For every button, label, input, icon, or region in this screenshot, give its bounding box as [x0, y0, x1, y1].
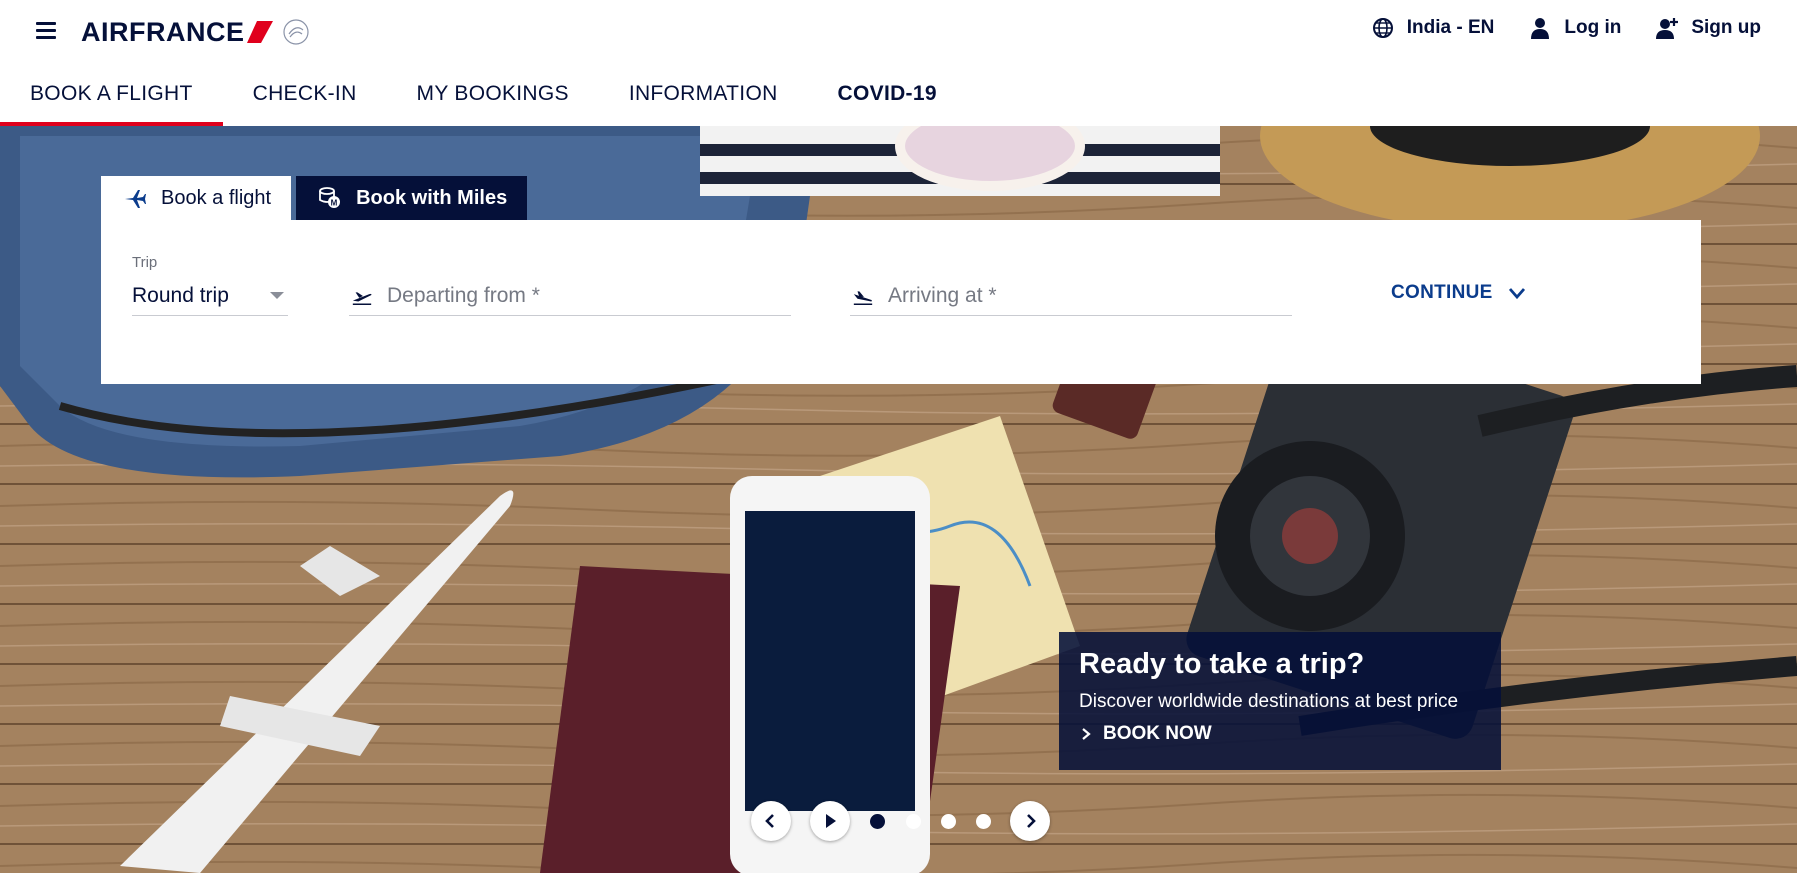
continue-label: CONTINUE	[1391, 282, 1493, 303]
chevron-down-icon	[1508, 288, 1525, 300]
login-label: Log in	[1564, 17, 1622, 38]
carousel-dot-1[interactable]	[870, 814, 885, 829]
arriving-at-input[interactable]	[888, 283, 1268, 308]
departing-from-field[interactable]	[349, 276, 791, 316]
dropdown-caret-icon	[270, 292, 284, 299]
promo-subtitle: Discover worldwide destinations at best …	[1079, 691, 1459, 712]
trip-type-select[interactable]: Round trip	[132, 276, 288, 316]
tab-check-in[interactable]: CHECK-IN	[223, 62, 387, 126]
book-now-label: BOOK NOW	[1103, 723, 1212, 744]
trip-label: Trip	[132, 254, 158, 271]
carousel-prev-button[interactable]	[751, 801, 791, 841]
skyteam-badge-icon	[282, 19, 309, 45]
tab-book-with-miles[interactable]: M Book with Miles	[296, 176, 528, 220]
tab-book-a-flight-widget[interactable]: Book a flight	[101, 176, 292, 220]
user-icon	[1531, 18, 1550, 39]
play-icon	[826, 814, 836, 828]
tab-information[interactable]: INFORMATION	[599, 62, 808, 126]
tab-book-a-flight[interactable]: BOOK A FLIGHT	[0, 62, 223, 126]
airfrance-logo[interactable]: AIRFRANCE	[81, 14, 311, 50]
login-link[interactable]: Log in	[1528, 16, 1621, 40]
promo-title: Ready to take a trip?	[1079, 648, 1365, 680]
main-nav: BOOK A FLIGHT CHECK-IN MY BOOKINGS INFOR…	[0, 62, 1797, 126]
book-now-link[interactable]: BOOK NOW	[1079, 723, 1481, 745]
locale-selector[interactable]: India - EN	[1371, 16, 1495, 40]
arriving-at-field[interactable]	[850, 276, 1292, 316]
booking-panel: Trip Round trip CONTINUE	[101, 220, 1701, 384]
book-with-miles-label: Book with Miles	[356, 186, 508, 209]
signup-link[interactable]: Sign up	[1655, 16, 1761, 40]
chevron-left-icon	[765, 814, 774, 828]
carousel-dot-3[interactable]	[941, 814, 956, 829]
continue-button[interactable]: CONTINUE	[1391, 282, 1527, 304]
carousel-next-button[interactable]	[1010, 801, 1050, 841]
carousel-dot-2[interactable]	[906, 814, 921, 829]
tab-my-bookings[interactable]: MY BOOKINGS	[387, 62, 599, 126]
book-a-flight-label: Book a flight	[161, 186, 272, 209]
top-header: AIRFRANCE India - EN Log in Sign up	[0, 0, 1797, 62]
landing-icon	[853, 290, 873, 305]
booking-tabs: Book a flight M Book with Miles	[101, 176, 528, 220]
locale-label: India - EN	[1406, 17, 1495, 38]
trip-type-value: Round trip	[132, 283, 229, 307]
add-user-icon	[1656, 18, 1679, 39]
miles-coins-icon: M	[319, 187, 341, 208]
promo-card: Ready to take a trip? Discover worldwide…	[1059, 632, 1501, 770]
airplane-icon	[125, 190, 146, 208]
logo-wordmark: AIRFRANCE	[81, 16, 245, 47]
tab-covid-19[interactable]: COVID-19	[808, 62, 967, 126]
carousel-dot-4[interactable]	[976, 814, 991, 829]
departing-from-input[interactable]	[387, 283, 767, 308]
takeoff-icon	[352, 291, 372, 305]
chevron-right-icon	[1027, 814, 1036, 828]
svg-text:M: M	[331, 199, 338, 208]
menu-icon[interactable]	[36, 22, 56, 40]
logo-slash-icon	[246, 21, 273, 43]
chevron-right-icon	[1082, 728, 1091, 740]
globe-icon	[1372, 18, 1393, 38]
header-actions: India - EN Log in Sign up	[1371, 16, 1761, 40]
carousel-play-button[interactable]	[810, 801, 850, 841]
signup-label: Sign up	[1691, 17, 1761, 38]
